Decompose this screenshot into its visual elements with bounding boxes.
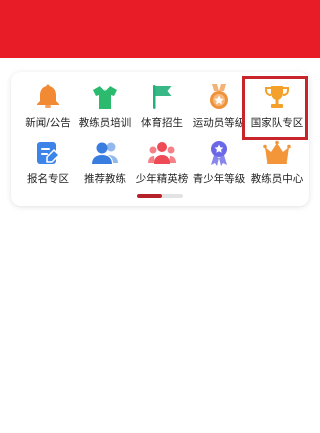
menu-item-label: 报名专区 — [27, 173, 69, 185]
shirt-icon — [90, 82, 120, 112]
menu-item-label: 运动员等级 — [192, 117, 246, 129]
bell-icon — [33, 82, 63, 112]
page-indicator[interactable] — [137, 194, 183, 198]
edit-form-icon — [33, 138, 63, 168]
menu-item-label: 教练员培训 — [78, 117, 132, 129]
menu-item-label: 体育招生 — [141, 117, 183, 129]
page-indicator-active — [137, 194, 163, 198]
menu-item-sports-admission[interactable]: 体育招生 — [131, 82, 193, 138]
people-icon — [90, 138, 120, 168]
quick-menu-panel: 新闻/公告 教练员培训 体育招生 运动员等级 国家队专区 报名专区 推荐教练 少年精英榜 青少年… — [11, 72, 309, 206]
menu-item-youth-ranking[interactable]: 少年精英榜 — [131, 138, 193, 194]
menu-item-coach-training[interactable]: 教练员培训 — [74, 82, 136, 138]
menu-item-label: 推荐教练 — [84, 173, 126, 185]
top-header-bar — [0, 0, 320, 58]
menu-item-athlete-level[interactable]: 运动员等级 — [188, 82, 250, 138]
flag-icon — [147, 82, 177, 112]
menu-item-coach-center[interactable]: 教练员中心 — [246, 138, 308, 194]
menu-item-registration[interactable]: 报名专区 — [17, 138, 79, 194]
menu-item-label: 新闻/公告 — [25, 117, 71, 129]
medal-icon — [204, 82, 234, 112]
menu-item-news[interactable]: 新闻/公告 — [17, 82, 79, 138]
menu-item-label: 教练员中心 — [250, 173, 304, 185]
quick-menu-grid: 新闻/公告 教练员培训 体育招生 运动员等级 国家队专区 报名专区 推荐教练 少年精英榜 青少年… — [11, 72, 309, 192]
menu-item-label: 青少年等级 — [192, 173, 246, 185]
crown-icon — [262, 138, 292, 168]
menu-item-youth-level[interactable]: 青少年等级 — [188, 138, 250, 194]
ribbon-medal-icon — [204, 138, 234, 168]
group-icon — [147, 138, 177, 168]
menu-item-recommend-coach[interactable]: 推荐教练 — [74, 138, 136, 194]
menu-item-label: 少年精英榜 — [135, 173, 189, 185]
highlight-box — [242, 76, 308, 140]
